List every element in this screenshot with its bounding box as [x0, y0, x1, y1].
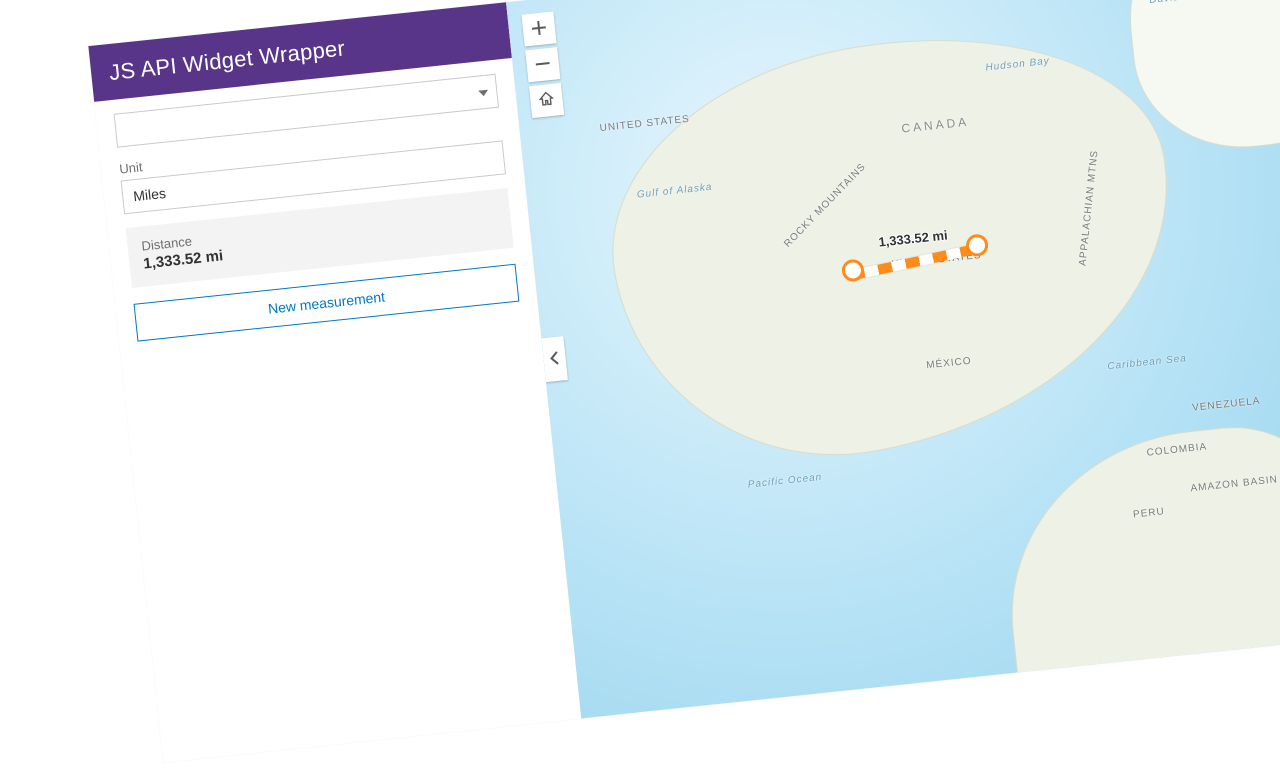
minus-icon — [535, 54, 551, 76]
plus-icon — [531, 18, 547, 40]
zoom-out-button[interactable] — [525, 47, 560, 82]
measurement-line — [850, 243, 981, 280]
home-button[interactable] — [529, 83, 564, 118]
zoom-in-button[interactable] — [521, 11, 556, 46]
chevron-left-icon — [549, 348, 561, 370]
unit-value: Miles — [132, 185, 166, 204]
sidebar-collapse-button[interactable] — [541, 336, 567, 382]
measurement-tooltip: 1,333.52 mi — [878, 227, 949, 249]
app-window: JS API Widget Wrapper Unit Miles Distanc… — [88, 0, 1280, 762]
chevron-down-icon — [477, 83, 489, 102]
home-icon — [537, 89, 555, 112]
sidebar: JS API Widget Wrapper Unit Miles Distanc… — [88, 2, 581, 762]
measurement-endpoint-a[interactable] — [841, 258, 865, 282]
rotated-scene: JS API Widget Wrapper Unit Miles Distanc… — [0, 0, 1280, 705]
widget-panel: Unit Miles Distance 1,333.52 mi New meas… — [94, 58, 539, 357]
map-view[interactable]: CANADA UNITED STATES UNITED STATES MÉXIC… — [506, 0, 1280, 718]
